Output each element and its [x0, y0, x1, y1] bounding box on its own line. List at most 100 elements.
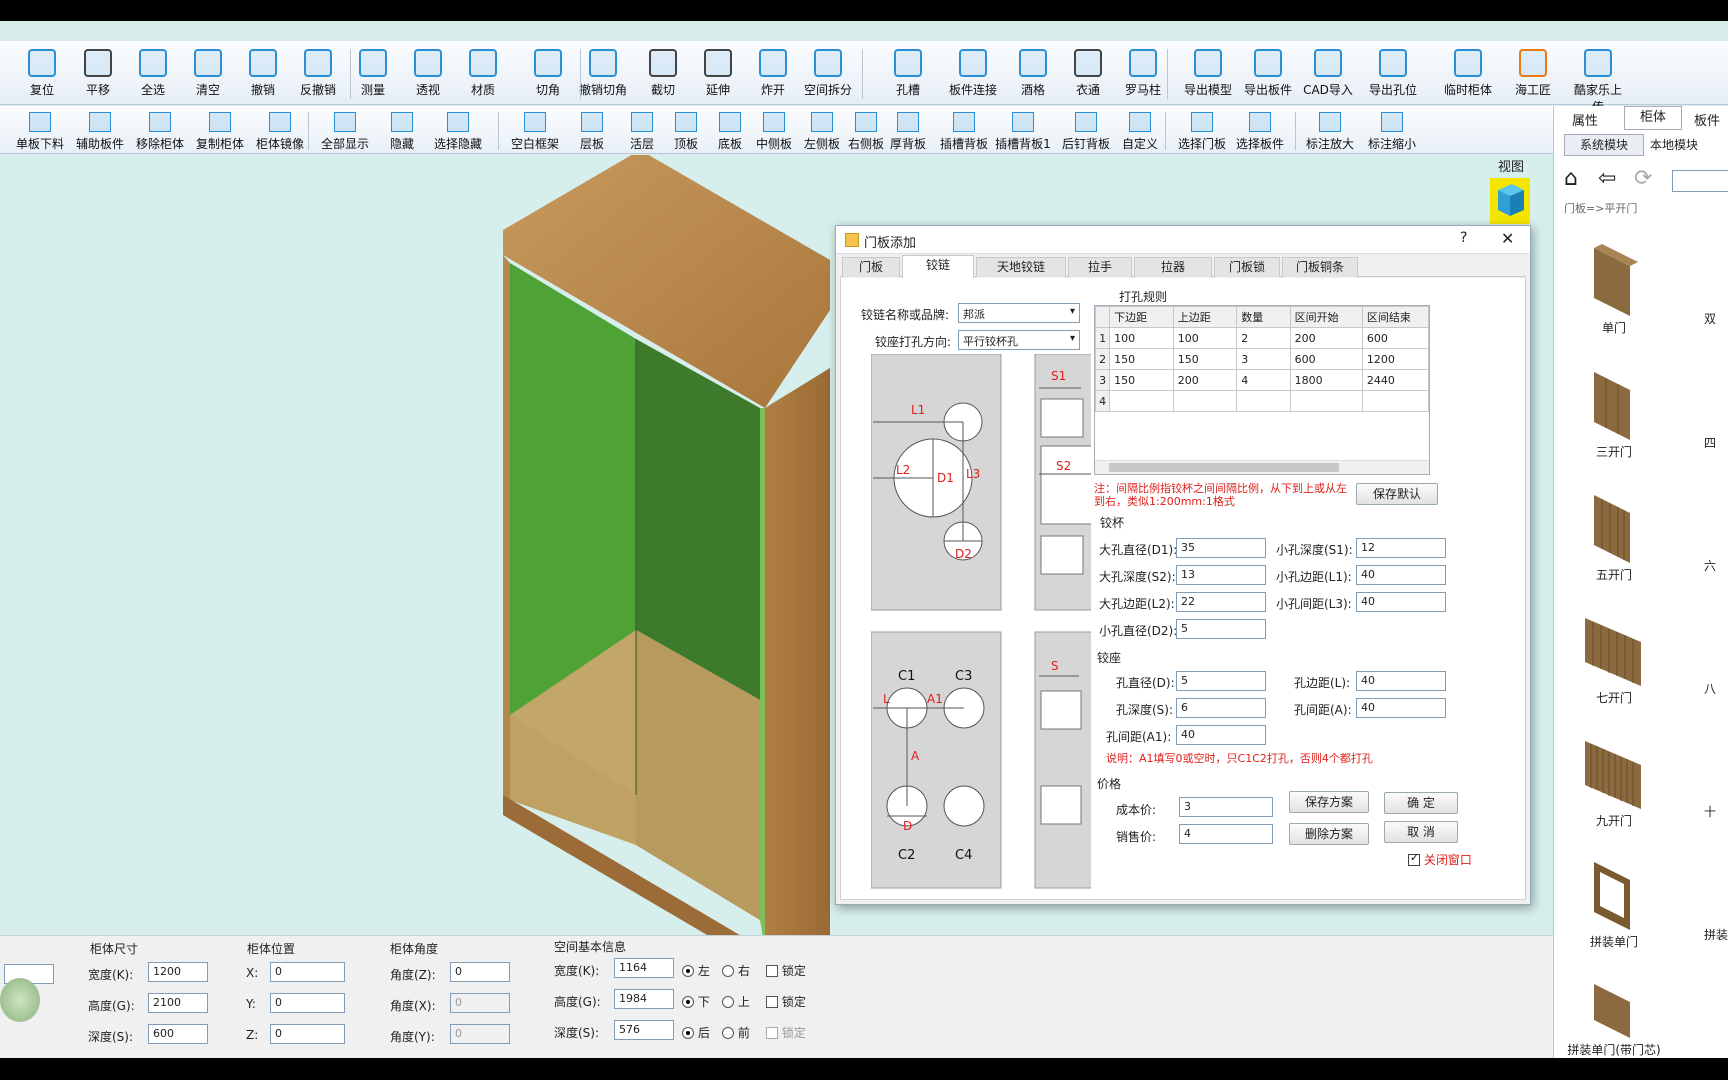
align-left-radio[interactable]: 左 — [682, 962, 710, 979]
module-label-partial[interactable]: 十 — [1704, 803, 1716, 820]
home-icon[interactable]: ⌂ — [1564, 166, 1578, 191]
table-cell[interactable] — [1361, 390, 1429, 412]
toolbar-button-18[interactable]: 衣通 — [1060, 49, 1116, 103]
big-hole-margin-input[interactable]: 22 — [1176, 592, 1266, 612]
save-default-button[interactable]: 保存默认 — [1356, 483, 1438, 505]
cabinet-height-input[interactable]: 2100 — [148, 993, 208, 1013]
big-hole-diameter-input[interactable]: 35 — [1176, 538, 1266, 558]
module-triple-door[interactable]: 三开门 — [1584, 368, 1644, 460]
module-seven-door[interactable]: 七开门 — [1579, 614, 1649, 706]
table-cell[interactable]: 2 — [1236, 327, 1291, 349]
space-height-input[interactable]: 1984 — [614, 989, 674, 1009]
cost-price-input[interactable]: 3 — [1179, 797, 1273, 817]
column-header[interactable]: 区间开始 — [1289, 306, 1363, 328]
close-window-checkbox[interactable]: ✓ 关闭窗口 — [1408, 851, 1472, 868]
toolbar-button-17[interactable]: 酒格 — [1005, 49, 1061, 103]
toolbar-button-16[interactable]: 板件连接 — [945, 49, 1001, 103]
toolbar-button-21[interactable]: 导出板件 — [1240, 49, 1296, 103]
column-header[interactable]: 上边距 — [1172, 306, 1238, 328]
toolbar-button-26[interactable]: 酷家乐上传 — [1570, 49, 1626, 114]
toolbar-button-2[interactable]: 全选 — [125, 49, 181, 103]
table-cell[interactable]: 1800 — [1289, 369, 1363, 391]
toolbar2-button-1[interactable]: 辅助板件 — [70, 112, 130, 152]
toolbar-button-7[interactable]: 透视 — [400, 49, 456, 103]
table-row[interactable]: 2 150 150 3 600 1200 — [1095, 348, 1429, 370]
toolbar2-button-8[interactable]: 空白框架 — [505, 112, 565, 152]
tab-handle[interactable]: 拉手 — [1068, 257, 1132, 277]
view-cube-icon[interactable] — [1490, 178, 1530, 224]
small-hole-spacing-input[interactable]: 40 — [1356, 592, 1446, 612]
toolbar2-button-17[interactable]: 插槽背板 — [934, 112, 994, 152]
table-cell[interactable]: 100 — [1109, 327, 1174, 349]
toolbar-button-4[interactable]: 撤销 — [235, 49, 291, 103]
hinge-dir-select[interactable]: 平行铰杯孔 ▾ — [958, 330, 1080, 350]
module-five-door[interactable]: 五开门 — [1584, 491, 1644, 583]
table-cell[interactable] — [1172, 390, 1238, 412]
small-hole-depth-input[interactable]: 12 — [1356, 538, 1446, 558]
toolbar2-button-5[interactable]: 全部显示 — [315, 112, 375, 152]
tab-system-modules[interactable]: 系统模块 — [1564, 134, 1644, 156]
toolbar-button-24[interactable]: 临时柜体 — [1440, 49, 1496, 103]
angle-z-input[interactable]: 0 — [450, 962, 510, 982]
drilling-rules-table[interactable]: 下边距 上边距 数量 区间开始 区间结束 1 100 100 2 200 600 — [1094, 305, 1430, 475]
hinge-name-select[interactable]: 邦派 ▾ — [958, 303, 1080, 323]
module-assembled-single-door-with-core[interactable]: 拼装单门(带门芯) — [1559, 980, 1669, 1058]
ok-button[interactable]: 确 定 — [1384, 792, 1458, 814]
toolbar2-button-19[interactable]: 后钉背板 — [1056, 112, 1116, 152]
toolbar-button-8[interactable]: 材质 — [455, 49, 511, 103]
angle-x-input[interactable]: 0 — [450, 993, 510, 1013]
toolbar2-button-0[interactable]: 单板下料 — [10, 112, 70, 152]
table-cell[interactable]: 4 — [1236, 369, 1291, 391]
table-cell[interactable]: 3 — [1236, 348, 1291, 370]
seat-hole-spacing-input[interactable]: 40 — [1356, 698, 1446, 718]
table-cell[interactable]: 150 — [1109, 369, 1174, 391]
toolbar-button-20[interactable]: 导出模型 — [1180, 49, 1236, 103]
tab-door-strip[interactable]: 门板铜条 — [1282, 257, 1358, 277]
module-assembled-single-door[interactable]: 拼装单门 — [1579, 858, 1649, 950]
table-cell[interactable]: 200 — [1289, 327, 1363, 349]
align-right-radio[interactable]: 右 — [722, 962, 750, 979]
table-cell[interactable]: 150 — [1172, 348, 1238, 370]
column-header[interactable]: 下边距 — [1109, 306, 1174, 328]
table-cell[interactable]: 2440 — [1361, 369, 1429, 391]
toolbar-button-11[interactable]: 截切 — [635, 49, 691, 103]
table-cell[interactable]: 600 — [1361, 327, 1429, 349]
save-plan-button[interactable]: 保存方案 — [1289, 791, 1369, 813]
space-width-input[interactable]: 1164 — [614, 958, 674, 978]
position-z-input[interactable]: 0 — [270, 1024, 345, 1044]
toolbar-button-0[interactable]: 复位 — [14, 49, 70, 103]
toolbar-button-10[interactable]: 撤销切角 — [575, 49, 631, 103]
position-x-input[interactable]: 0 — [270, 962, 345, 982]
toolbar2-button-21[interactable]: 选择门板 — [1172, 112, 1232, 152]
toolbar2-button-22[interactable]: 选择板件 — [1230, 112, 1290, 152]
help-button[interactable]: ? — [1460, 230, 1467, 246]
align-front-radio[interactable]: 前 — [722, 1024, 750, 1041]
module-label-partial[interactable]: 八 — [1704, 680, 1716, 697]
table-cell[interactable]: 150 — [1109, 348, 1174, 370]
module-search-input[interactable] — [1672, 170, 1728, 192]
angle-y-input[interactable]: 0 — [450, 1024, 510, 1044]
cancel-button[interactable]: 取 消 — [1384, 821, 1458, 843]
tab-cabinet[interactable]: 柜体 — [1624, 106, 1682, 130]
space-depth-input[interactable]: 576 — [614, 1020, 674, 1040]
toolbar2-button-18[interactable]: 插槽背板1 — [993, 112, 1053, 152]
align-back-radio[interactable]: 后 — [682, 1024, 710, 1041]
toolbar2-button-7[interactable]: 选择隐藏 — [428, 112, 488, 152]
refresh-icon[interactable]: ⟳ — [1634, 166, 1652, 191]
module-label-partial[interactable]: 六 — [1704, 557, 1716, 574]
table-cell[interactable]: 600 — [1289, 348, 1363, 370]
seat-hole-depth-input[interactable]: 6 — [1176, 698, 1266, 718]
toolbar2-button-2[interactable]: 移除柜体 — [130, 112, 190, 152]
table-row[interactable]: 3 150 200 4 1800 2440 — [1095, 369, 1429, 391]
tab-door-panel[interactable]: 门板 — [842, 257, 900, 277]
close-icon[interactable]: ✕ — [1501, 229, 1514, 248]
lock-depth-checkbox[interactable]: 锁定 — [766, 1024, 806, 1041]
toolbar-button-13[interactable]: 炸开 — [745, 49, 801, 103]
toolbar-button-23[interactable]: 导出孔位 — [1365, 49, 1421, 103]
seat-hole-diameter-input[interactable]: 5 — [1176, 671, 1266, 691]
toolbar-button-5[interactable]: 反撤销 — [290, 49, 346, 103]
small-hole-diameter-input[interactable]: 5 — [1176, 619, 1266, 639]
table-cell[interactable] — [1236, 390, 1291, 412]
module-single-door[interactable]: 单门 — [1584, 244, 1644, 336]
cabinet-width-input[interactable]: 1200 — [148, 962, 208, 982]
